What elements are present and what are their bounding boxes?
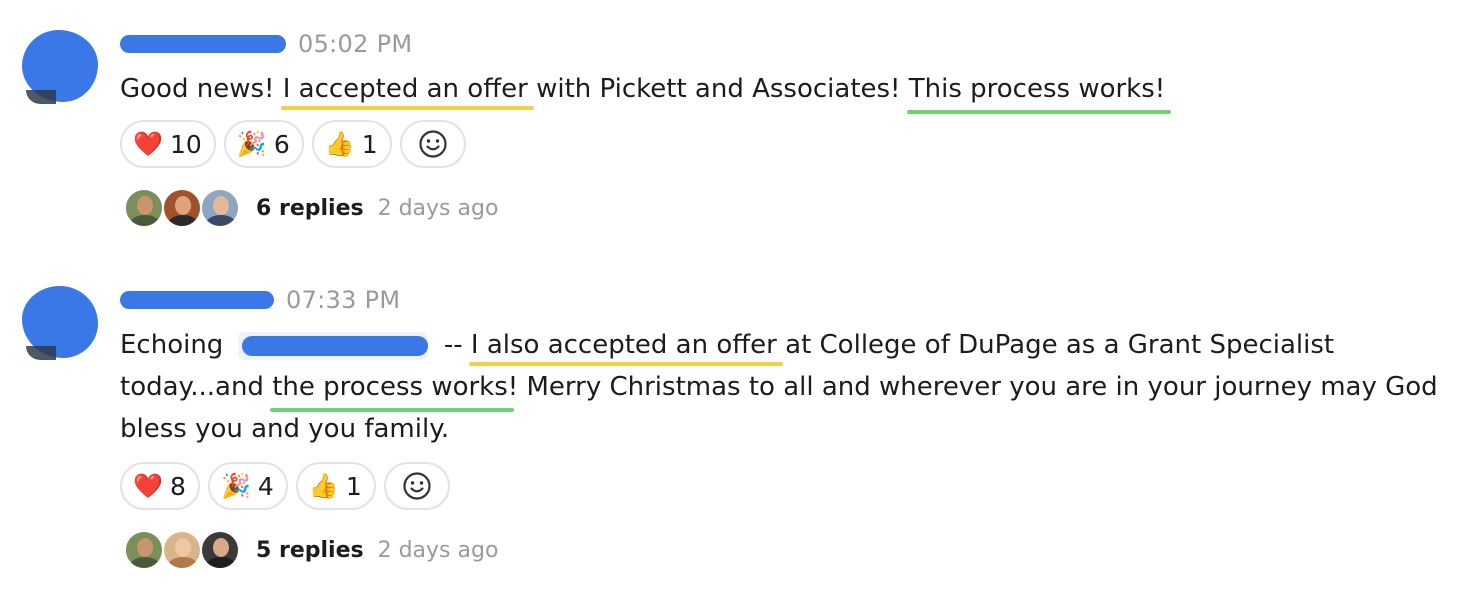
- last-reply-time: 2 days ago: [377, 537, 499, 563]
- author-name-redacted[interactable]: [120, 291, 274, 309]
- text-segment: ! Merry Christmas to all and wherever yo…: [507, 372, 1438, 402]
- user-mention-redacted[interactable]: [237, 331, 428, 360]
- reaction-count: 8: [170, 471, 186, 501]
- smiley-icon: [419, 130, 447, 158]
- reaction-count: 6: [273, 129, 290, 159]
- smiley-icon: [403, 472, 431, 500]
- message-timestamp[interactable]: 05:02 PM: [298, 30, 412, 58]
- message-header: 05:02 PM: [120, 28, 412, 60]
- add-reaction-button[interactable]: [383, 462, 450, 510]
- message-2: 07:33 PM Echoing -- I also accepted an o…: [0, 256, 1482, 596]
- thumbs-up-icon: 👍: [308, 472, 339, 500]
- last-reply-time: 2 days ago: [377, 195, 499, 221]
- reactions-bar: ❤️ 8 🎉 4 👍 1: [120, 462, 450, 510]
- reply-avatars: [124, 530, 240, 570]
- reaction-count: 1: [345, 471, 362, 501]
- reply-avatars: [124, 188, 240, 228]
- text-segment: bless you and you family.: [120, 414, 450, 444]
- avatar[interactable]: [124, 530, 164, 570]
- party-popper-icon: 🎉: [236, 130, 267, 158]
- text-segment: with Pickett and Associates!: [527, 74, 909, 104]
- text-segment: Echoing: [120, 330, 232, 360]
- thumbs-up-icon: 👍: [324, 130, 355, 158]
- party-popper-icon: 🎉: [220, 472, 251, 500]
- red-heart-icon: ❤️: [133, 130, 163, 158]
- reaction-count: 1: [361, 129, 378, 159]
- reactions-bar: ❤️ 10 🎉 6 👍 1: [120, 120, 466, 168]
- highlight-yellow: I also accepted an offer: [468, 324, 783, 366]
- author-name-redacted[interactable]: [120, 35, 286, 53]
- message-1: 05:02 PM Good news! I accepted an offer …: [0, 0, 1482, 250]
- message-timestamp[interactable]: 07:33 PM: [286, 286, 400, 314]
- avatar[interactable]: [162, 530, 202, 570]
- author-avatar-redacted[interactable]: [22, 286, 98, 360]
- reaction-count: 4: [257, 471, 274, 501]
- reaction-heart[interactable]: ❤️ 8: [120, 462, 200, 510]
- highlight-yellow: I accepted an offer: [280, 68, 534, 110]
- message-header: 07:33 PM: [120, 284, 400, 316]
- author-avatar-redacted[interactable]: [22, 30, 98, 104]
- replies-link[interactable]: 5 replies: [256, 538, 364, 563]
- text-segment: today...and: [120, 372, 273, 402]
- message-text: Good news! I accepted an offer with Pick…: [120, 68, 1462, 114]
- avatar[interactable]: [200, 188, 240, 228]
- avatar[interactable]: [200, 530, 240, 570]
- replies-link[interactable]: 6 replies: [256, 196, 364, 221]
- reaction-thumbs-up[interactable]: 👍 1: [295, 462, 376, 510]
- reaction-thumbs-up[interactable]: 👍 1: [311, 120, 392, 168]
- message-text: Echoing -- I also accepted an offer at C…: [120, 324, 1462, 450]
- text-segment: --: [435, 330, 471, 360]
- reaction-party[interactable]: 🎉 6: [223, 120, 304, 168]
- thread-summary[interactable]: 5 replies 2 days ago: [124, 528, 498, 572]
- highlight-green: This process works!: [906, 68, 1172, 114]
- text-segment: Good news!: [120, 74, 283, 104]
- thread-summary[interactable]: 6 replies 2 days ago: [124, 186, 498, 230]
- text-segment: at College of DuPage as a Grant Speciali…: [776, 330, 1335, 360]
- avatar[interactable]: [124, 188, 164, 228]
- highlight-green: the process works: [270, 366, 514, 412]
- red-heart-icon: ❤️: [133, 472, 163, 500]
- reaction-party[interactable]: 🎉 4: [207, 462, 288, 510]
- avatar[interactable]: [162, 188, 202, 228]
- reaction-count: 10: [170, 129, 202, 159]
- add-reaction-button[interactable]: [399, 120, 466, 168]
- reaction-heart[interactable]: ❤️ 10: [120, 120, 216, 168]
